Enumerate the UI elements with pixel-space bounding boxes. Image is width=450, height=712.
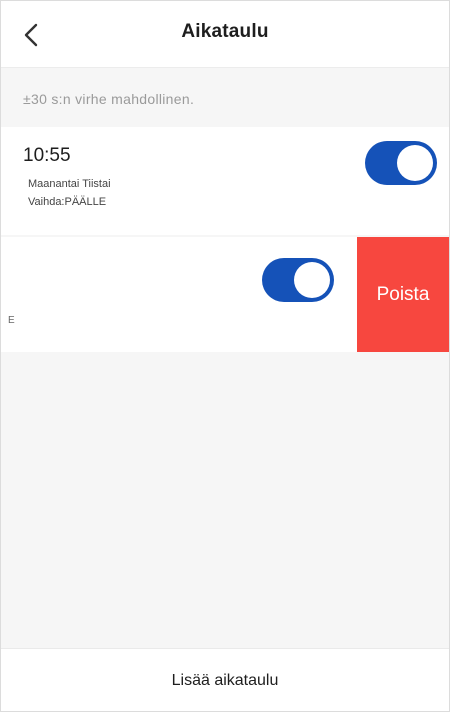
schedule-time: 10:55 — [23, 145, 71, 166]
schedule-action: Vaihda:PÄÄLLE — [28, 196, 107, 208]
schedule-partial-text: E — [8, 315, 15, 326]
page-title: Aikataulu — [181, 21, 269, 42]
toggle-knob — [294, 262, 330, 298]
app-frame: Aikataulu ±30 s:n virhe mahdollinen. 10:… — [0, 0, 450, 712]
accuracy-notice: ±30 s:n virhe mahdollinen. — [23, 91, 195, 107]
schedule-toggle[interactable] — [365, 141, 437, 185]
schedule-days: Maanantai Tiistai — [28, 178, 111, 190]
toggle-knob — [397, 145, 433, 181]
delete-button[interactable]: Poista — [357, 237, 449, 352]
header-bar: Aikataulu — [1, 1, 449, 68]
add-schedule-button[interactable]: Lisää aikataulu — [1, 648, 449, 711]
schedule-row-swiped[interactable]: E Poista — [1, 237, 449, 352]
schedule-row[interactable]: 10:55 Maanantai Tiistai Vaihda:PÄÄLLE — [1, 127, 449, 235]
schedule-toggle[interactable] — [262, 258, 334, 302]
